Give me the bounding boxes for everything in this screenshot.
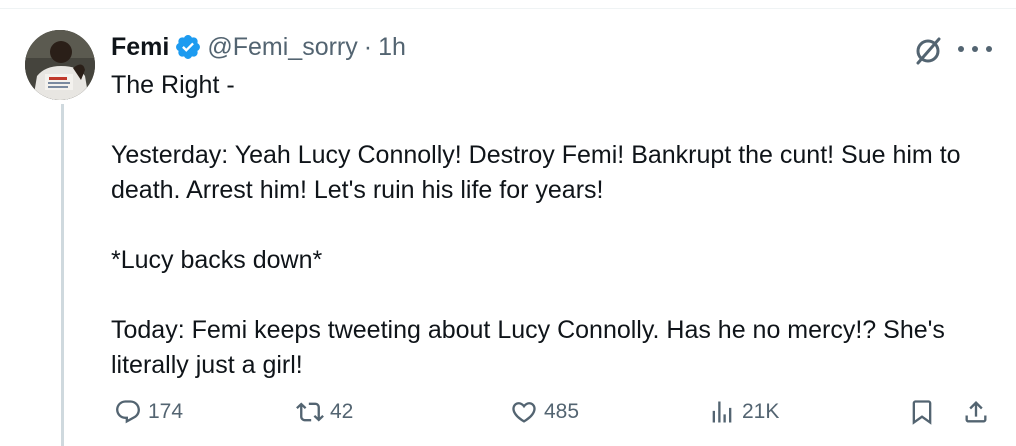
author-handle[interactable]: @Femi_sorry <box>207 33 357 62</box>
more-icon[interactable] <box>958 44 992 54</box>
separator-dot: · <box>363 32 373 61</box>
tweet-paragraph: *Lucy backs down* <box>111 246 323 274</box>
bookmark-button[interactable] <box>908 394 936 430</box>
tweet-header: Femi @Femi_sorry · 1h <box>111 30 406 64</box>
tweet-paragraph <box>111 208 991 243</box>
avatar[interactable] <box>25 30 95 100</box>
views-button[interactable]: 21K <box>708 394 779 430</box>
author-name[interactable]: Femi <box>111 33 169 62</box>
tweet-paragraph: The Right - <box>111 71 235 99</box>
avatar-photo-icon <box>25 30 95 100</box>
bookmark-icon <box>912 400 932 425</box>
views-icon <box>712 401 732 423</box>
retweet-icon <box>296 402 324 422</box>
share-icon <box>965 401 987 423</box>
like-button[interactable]: 485 <box>510 394 579 430</box>
grok-icon[interactable] <box>912 34 944 66</box>
views-count: 21K <box>742 400 780 423</box>
tweet-paragraph <box>111 278 991 313</box>
tweet-paragraph: Today: Femi keeps tweeting about Lucy Co… <box>111 316 945 379</box>
top-divider <box>0 8 1016 9</box>
tweet-text: The Right - Yesterday: Yeah Lucy Connoll… <box>111 68 991 383</box>
retweet-button[interactable]: 42 <box>296 394 353 430</box>
retweet-count: 42 <box>330 400 354 423</box>
heart-icon <box>512 402 536 423</box>
reply-button[interactable]: 174 <box>114 394 183 430</box>
tweet-paragraph: Yesterday: Yeah Lucy Connolly! Destroy F… <box>111 141 961 204</box>
like-count: 485 <box>544 400 580 423</box>
reply-count: 174 <box>148 400 184 423</box>
reply-icon <box>116 400 140 424</box>
action-bar: 174 42 485 21K <box>0 394 1016 430</box>
timestamp[interactable]: 1h <box>378 33 406 62</box>
verified-badge-icon <box>176 35 201 59</box>
share-button[interactable] <box>962 394 990 430</box>
tweet-paragraph <box>111 103 991 138</box>
